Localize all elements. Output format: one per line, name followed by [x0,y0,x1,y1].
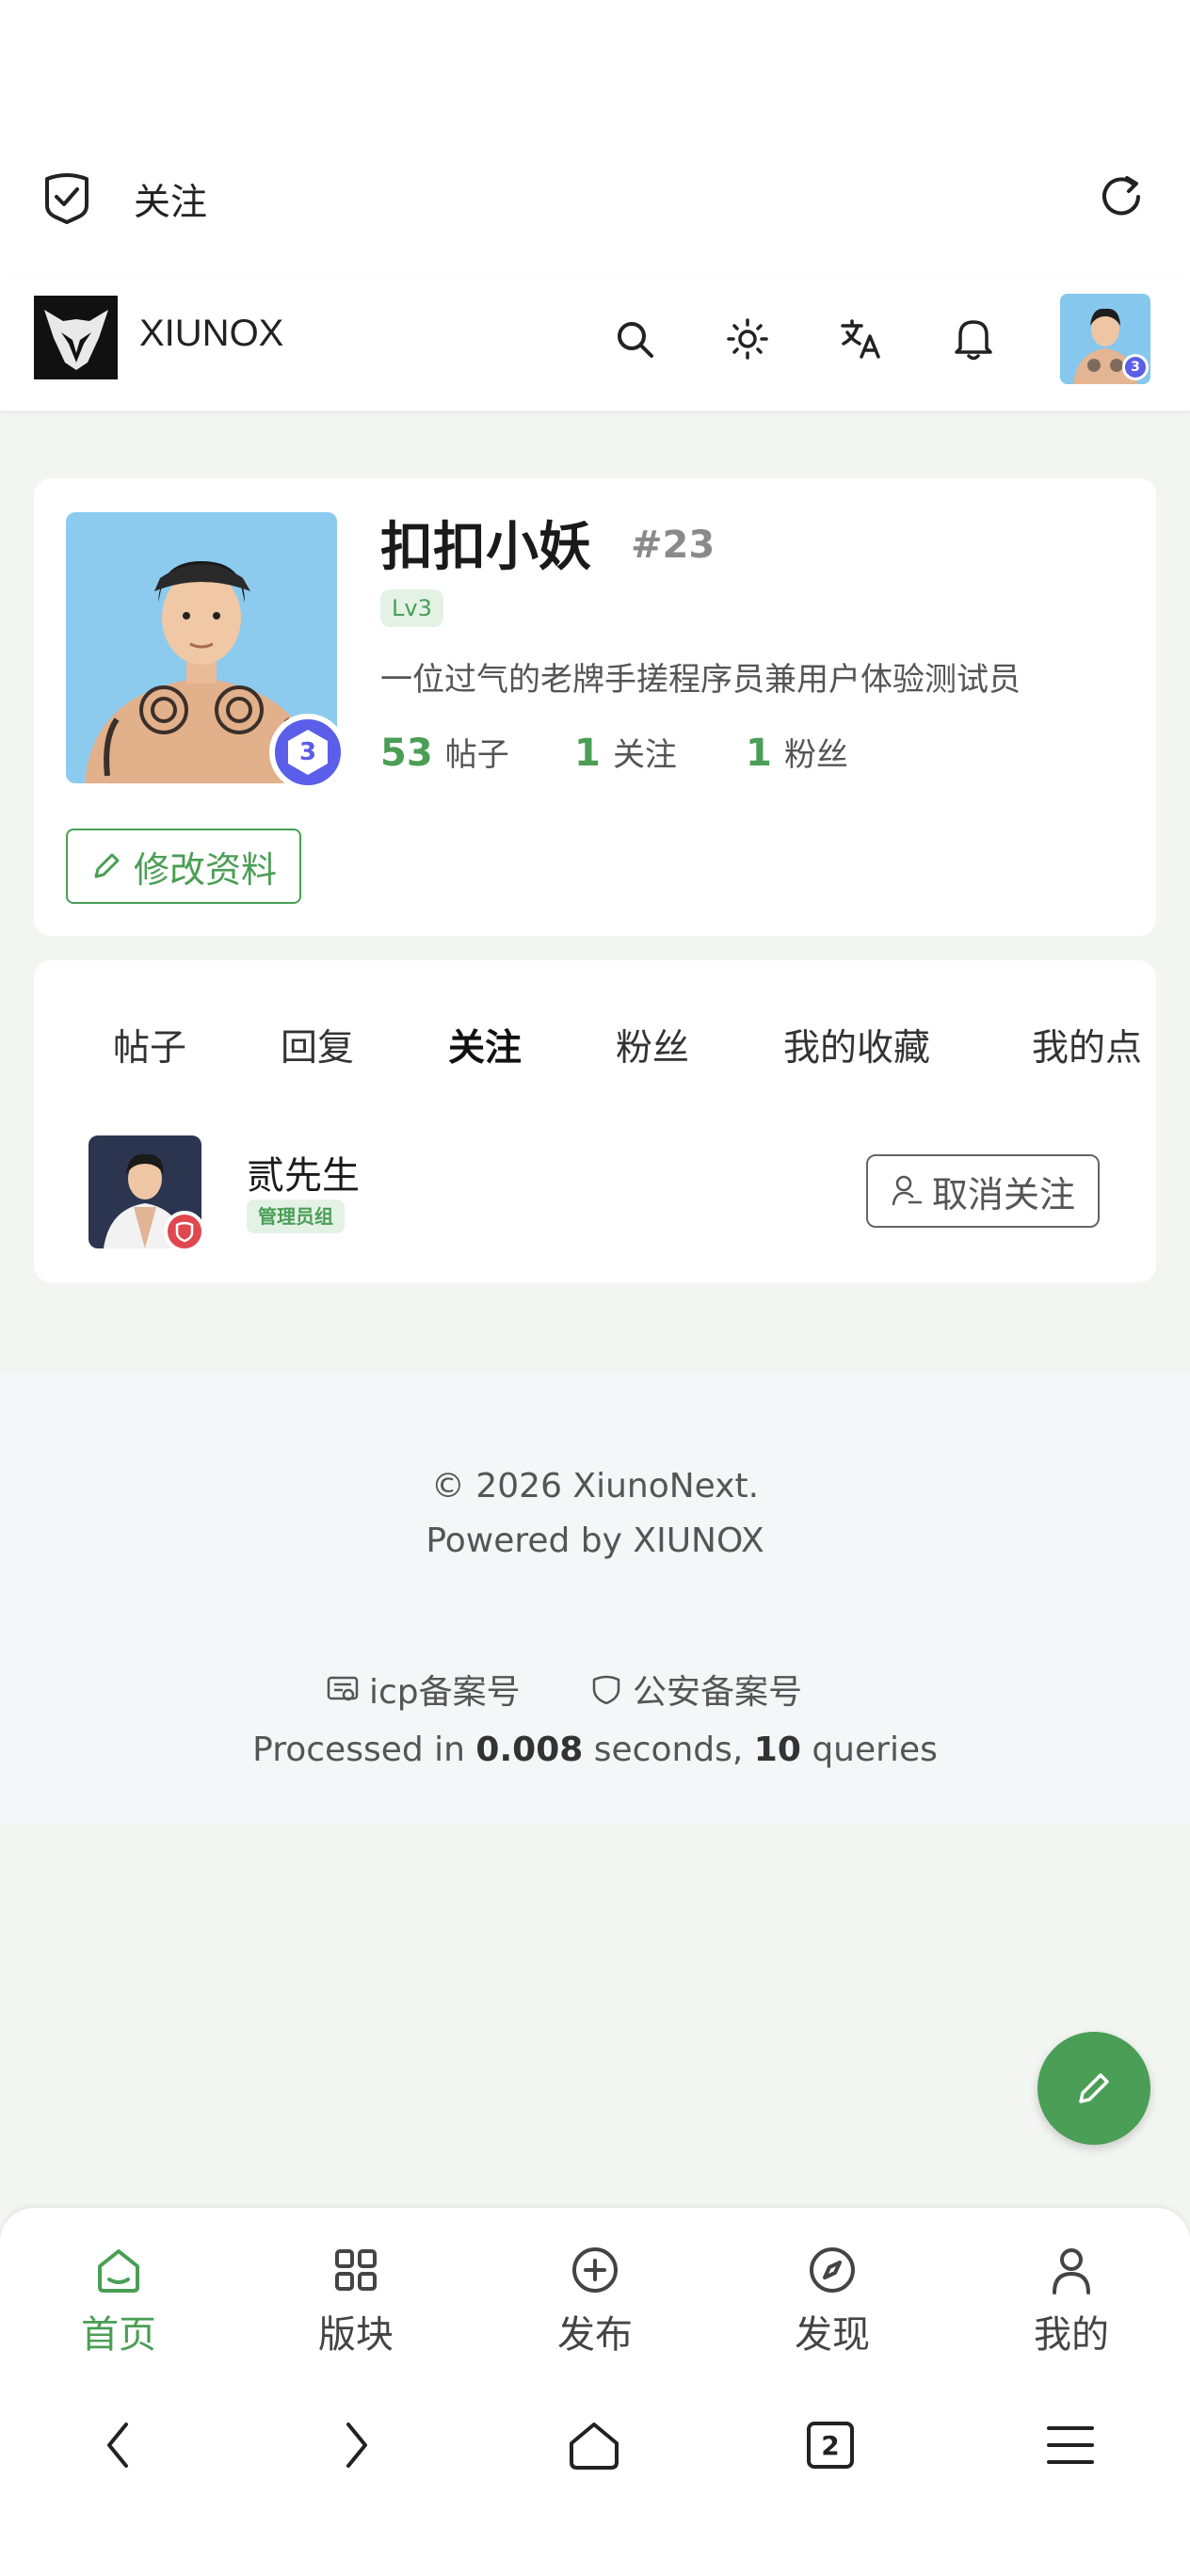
translate-icon[interactable] [834,313,887,365]
following-list-item: 贰先生 管理员组 取消关注 [34,1111,1156,1252]
forward-icon[interactable] [328,2417,384,2473]
content-card: 帖子 回复 关注 粉丝 我的收藏 我的点 贰先生 管理员组 取消关注 [34,960,1156,1282]
profile-username: 扣扣小妖 [380,517,591,578]
avatar-level-badge: 3 [1122,354,1149,380]
profile-bio: 一位过气的老牌手搓程序员兼用户体验测试员 [380,661,1021,699]
bell-icon[interactable] [947,313,1000,365]
stat-following-value: 1 [574,732,601,775]
stat-posts-value: 53 [380,732,433,775]
home-outline-icon[interactable] [563,2417,625,2473]
site-name[interactable]: XIUNOX [139,313,283,355]
nav-boards[interactable]: 版块 [281,2244,431,2359]
nav-post-label: 发布 [557,2313,633,2357]
avatar-badge-text: 3 [1131,360,1140,375]
pencil-icon [1079,2073,1109,2103]
tabs-count-icon[interactable]: 2 [802,2417,859,2473]
plus-circle-icon [572,2247,618,2293]
nav-post[interactable]: 发布 [520,2244,670,2359]
certificate-icon [327,1676,359,1701]
profile-user-id: #23 [631,523,716,567]
stat-followers-label: 粉丝 [783,736,848,774]
footer-copyright: © 2026 XiunoNext. [430,1467,760,1505]
grid-icon [335,2249,377,2291]
tab-posts[interactable]: 帖子 [113,1019,186,1071]
search-icon[interactable] [608,313,661,365]
processed-seconds-suffix: seconds, [583,1731,754,1769]
bottom-nav: 首页 版块 发布 发现 我的 2 [0,2208,1190,2576]
refresh-icon[interactable] [1092,168,1150,226]
tab-replies[interactable]: 回复 [281,1019,354,1071]
nav-mine-label: 我的 [1034,2313,1109,2357]
nav-boards-label: 版块 [318,2313,394,2357]
compass-icon [810,2247,855,2293]
stat-posts-label: 帖子 [444,736,509,774]
tab-favorites[interactable]: 我的收藏 [783,1019,930,1071]
nav-home[interactable]: 首页 [43,2244,194,2359]
nav-mine[interactable]: 我的 [996,2244,1147,2359]
site-logo[interactable] [34,296,118,379]
profile-level-text: 3 [298,738,317,766]
stat-following-label: 关注 [612,736,677,774]
site-footer: © 2026 XiunoNext. Powered by XIUNOX icp备… [0,1373,1190,1825]
processed-seconds: 0.008 [475,1731,584,1769]
nav-discover[interactable]: 发现 [757,2244,908,2359]
home-icon [98,2249,139,2293]
stat-following[interactable]: 1 关注 [574,729,677,775]
stat-posts[interactable]: 53 帖子 [380,729,509,775]
user-minus-icon [892,1175,923,1206]
tab-my-likes[interactable]: 我的点 [1032,1019,1142,1071]
footer-powered[interactable]: Powered by XIUNOX [0,1521,1190,1560]
profile-level-badge: 3 [269,714,346,791]
edit-profile-button[interactable]: 修改资料 [66,829,301,904]
nav-home-label: 首页 [81,2313,156,2357]
footer-processed: Processed in 0.008 seconds, 10 queries [0,1731,1190,1769]
processed-prefix: Processed in [252,1731,476,1769]
site-header: XIUNOX 3 [0,273,1190,411]
nav-discover-label: 发现 [795,2313,870,2357]
tab-followers[interactable]: 粉丝 [616,1019,689,1071]
footer-icp-link[interactable]: icp备案号 [326,1665,521,1714]
profile-level-tag: Lv3 [380,589,443,627]
shield-check-icon[interactable] [38,168,96,226]
admin-shield-badge [164,1211,205,1252]
tab-following[interactable]: 关注 [448,1019,522,1071]
following-role-tag: 管理员组 [247,1199,345,1233]
footer-icp-label: icp备案号 [369,1673,521,1712]
menu-icon[interactable] [1039,2417,1102,2473]
page-title: 关注 [134,182,208,224]
footer-police-link[interactable]: 公安备案号 [589,1665,802,1714]
compose-fab[interactable] [1037,2032,1150,2145]
browser-toolbar: 关注 [0,0,1190,273]
processed-queries: 10 [753,1731,801,1769]
edit-profile-label: 修改资料 [133,848,277,891]
back-icon[interactable] [90,2417,147,2473]
unfollow-button[interactable]: 取消关注 [866,1154,1100,1228]
user-icon [1053,2248,1090,2294]
pencil-icon [94,853,120,878]
stat-followers[interactable]: 1 粉丝 [746,729,848,775]
stat-followers-value: 1 [746,732,772,775]
footer-police-label: 公安备案号 [633,1673,803,1712]
unfollow-label: 取消关注 [931,1173,1075,1216]
following-name[interactable]: 贰先生 [247,1145,360,1199]
shield-icon [592,1675,620,1705]
processed-queries-suffix: queries [800,1731,938,1769]
tabs-count: 2 [821,2429,840,2461]
sun-icon[interactable] [721,313,774,365]
